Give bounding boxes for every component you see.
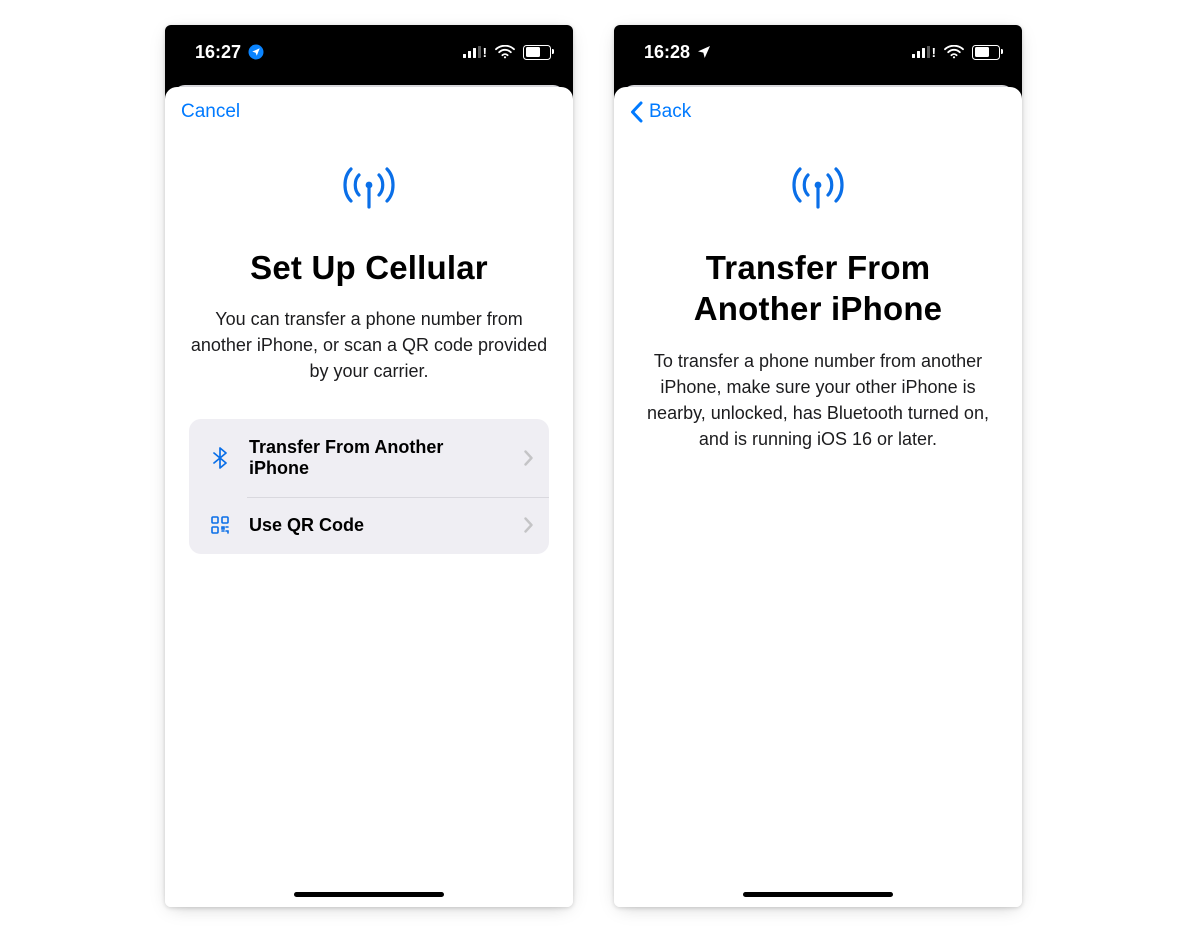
- options-list: Transfer From Another iPhone: [189, 419, 549, 554]
- wifi-icon: [495, 45, 515, 59]
- status-bar: 16:27 !: [165, 25, 573, 79]
- location-icon: [696, 44, 712, 60]
- page-title: Set Up Cellular: [250, 247, 488, 288]
- nav-bar: Back: [614, 87, 1022, 137]
- page-title: Transfer From Another iPhone: [638, 247, 998, 330]
- chevron-right-icon: [524, 450, 533, 466]
- home-indicator: [743, 892, 893, 897]
- status-bar: 16:28 !: [614, 25, 1022, 79]
- iphone-screenshot-right: 16:28 !: [614, 25, 1022, 907]
- iphone-screenshot-left: 16:27 ! Cancel: [165, 25, 573, 907]
- battery-icon: [523, 45, 551, 60]
- option-use-qr-code[interactable]: Use QR Code: [189, 497, 549, 554]
- option-label: Use QR Code: [249, 515, 506, 536]
- status-time: 16:28: [644, 42, 690, 63]
- nav-bar: Cancel: [165, 87, 573, 137]
- bluetooth-icon: [209, 447, 231, 469]
- cellular-icon: !: [463, 45, 487, 60]
- chevron-left-icon: [630, 101, 643, 123]
- cellular-antenna-icon: [790, 165, 846, 209]
- home-indicator: [294, 892, 444, 897]
- wifi-icon: [944, 45, 964, 59]
- page-subtitle: To transfer a phone number from another …: [638, 348, 998, 452]
- back-label: Back: [649, 101, 691, 123]
- cellular-antenna-icon: [341, 165, 397, 209]
- modal-sheet: Cancel Set Up Cellular You can transfer …: [165, 87, 573, 907]
- cellular-icon: !: [912, 45, 936, 60]
- back-button[interactable]: Back: [630, 101, 691, 123]
- qr-icon: [209, 516, 231, 534]
- battery-icon: [972, 45, 1000, 60]
- location-badge-icon: [247, 43, 265, 61]
- chevron-right-icon: [524, 517, 533, 533]
- cancel-button[interactable]: Cancel: [181, 101, 240, 123]
- modal-sheet: Back Transfer From Another iPhone To tra…: [614, 87, 1022, 907]
- option-transfer-from-iphone[interactable]: Transfer From Another iPhone: [189, 419, 549, 497]
- status-time: 16:27: [195, 42, 241, 63]
- option-label: Transfer From Another iPhone: [249, 437, 506, 479]
- page-subtitle: You can transfer a phone number from ano…: [189, 306, 549, 384]
